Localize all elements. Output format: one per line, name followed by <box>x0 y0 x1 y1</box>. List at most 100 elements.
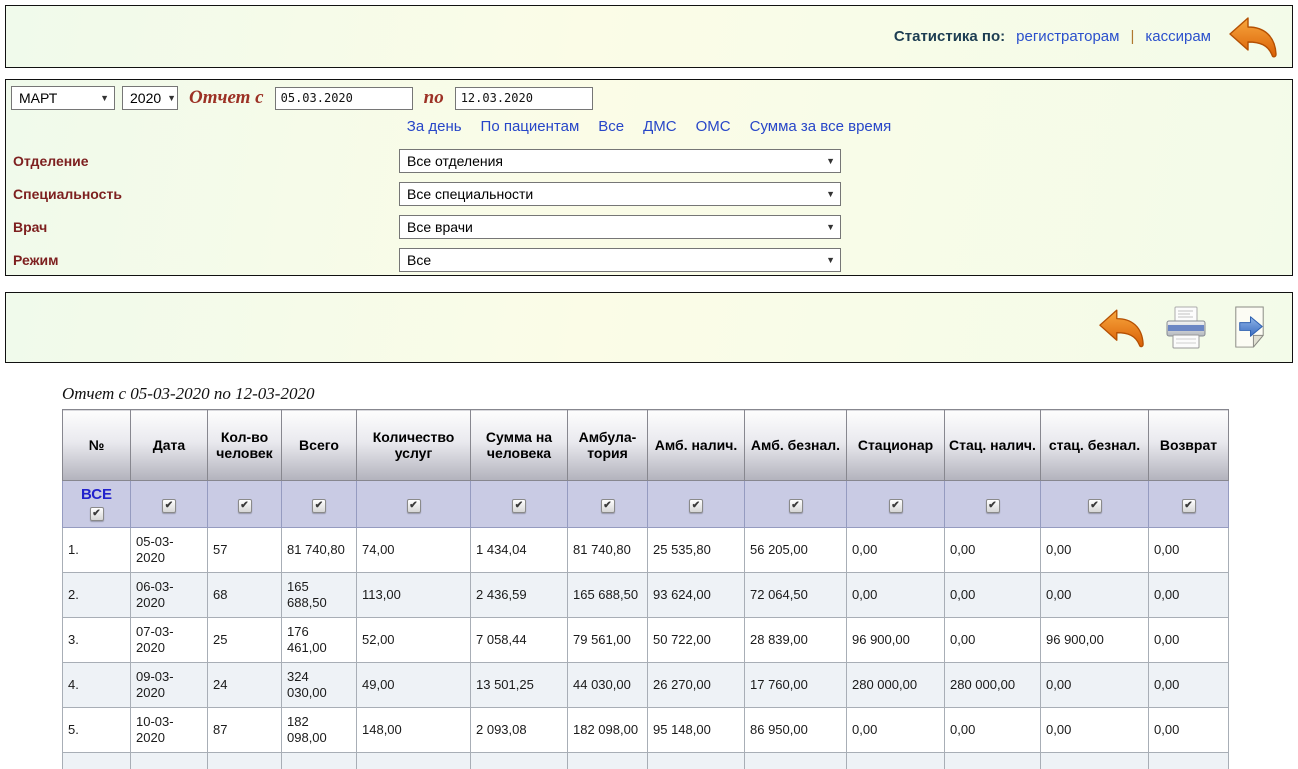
table-cell: 0,00 <box>847 753 945 769</box>
select-column-cell: ✔ <box>471 481 568 528</box>
table-cell: 56 205,00 <box>745 528 847 573</box>
table-cell: 25 535,80 <box>648 528 745 573</box>
table-cell: 06-03-2020 <box>131 573 208 618</box>
column-header: Всего <box>282 410 357 481</box>
table-cell: 24 <box>208 663 282 708</box>
link-cashiers[interactable]: кассирам <box>1145 28 1211 45</box>
table-cell: 1 206,88 <box>471 753 568 769</box>
print-icon[interactable] <box>1162 304 1210 352</box>
table-row: 3.07-03-202025176 461,0052,007 058,4479 … <box>63 618 1229 663</box>
link-separator: | <box>1130 28 1134 45</box>
table-row: 6.11-03-20206173 620,00101,001 206,8873 … <box>63 753 1229 769</box>
department-select[interactable]: Все отделения ▼ <box>399 149 841 173</box>
column-checkbox[interactable]: ✔ <box>1088 499 1102 513</box>
select-column-cell: ✔ <box>131 481 208 528</box>
report-table: №ДатаКол-во человекВсегоКоличество услуг… <box>62 409 1229 769</box>
table-cell: 0,00 <box>1149 528 1229 573</box>
table-cell: 95 148,00 <box>648 708 745 753</box>
quick-link-za-den[interactable]: За день <box>407 118 462 135</box>
quick-link-vse[interactable]: Все <box>598 118 624 135</box>
column-checkbox[interactable]: ✔ <box>986 499 1000 513</box>
table-cell: 0,00 <box>1041 663 1149 708</box>
column-checkbox[interactable]: ✔ <box>601 499 615 513</box>
table-cell: 148,00 <box>357 708 471 753</box>
select-column-cell: ✔ <box>1149 481 1229 528</box>
column-checkbox[interactable]: ✔ <box>889 499 903 513</box>
select-all-label[interactable]: ВСЕ <box>64 487 129 504</box>
table-cell: 07-03-2020 <box>131 618 208 663</box>
select-column-cell: ✔ <box>945 481 1041 528</box>
date-from-input[interactable] <box>275 87 413 110</box>
table-cell: 165 688,50 <box>282 573 357 618</box>
table-cell: 25 065,00 <box>648 753 745 769</box>
export-page-icon[interactable] <box>1227 304 1272 351</box>
column-checkbox[interactable]: ✔ <box>238 499 252 513</box>
chevron-down-icon: ▼ <box>826 255 835 265</box>
table-cell: 72 064,50 <box>745 573 847 618</box>
table-cell: 0,00 <box>945 618 1041 663</box>
column-header: Возврат <box>1149 410 1229 481</box>
table-cell: 44 030,00 <box>568 663 648 708</box>
row-number-cell: 6. <box>63 753 131 769</box>
filter-grid: Отделение Все отделения ▼ Специальность … <box>6 144 1292 276</box>
table-row: 4.09-03-202024324 030,0049,0013 501,2544… <box>63 663 1229 708</box>
filter-label-mode: Режим <box>13 252 399 268</box>
table-cell: 96 900,00 <box>847 618 945 663</box>
quick-link-po-patsientam[interactable]: По пациентам <box>481 118 580 135</box>
select-all-checkbox[interactable]: ✔ <box>90 507 104 521</box>
column-checkbox[interactable]: ✔ <box>1182 499 1196 513</box>
table-cell: 113,00 <box>357 573 471 618</box>
table-cell: 61 <box>208 753 282 769</box>
column-checkbox[interactable]: ✔ <box>407 499 421 513</box>
quick-links-row: За день По пациентам Все ДМС ОМС Сумма з… <box>6 118 1292 135</box>
column-checkbox[interactable]: ✔ <box>689 499 703 513</box>
month-select-value: МАРТ <box>19 90 57 106</box>
column-header: Амбула-тория <box>568 410 648 481</box>
table-row: 2.06-03-202068165 688,50113,002 436,5916… <box>63 573 1229 618</box>
table-cell: 81 740,80 <box>282 528 357 573</box>
chevron-down-icon: ▼ <box>100 93 109 103</box>
select-column-cell: ✔ <box>208 481 282 528</box>
column-checkbox[interactable]: ✔ <box>162 499 176 513</box>
column-header: № <box>63 410 131 481</box>
column-checkbox[interactable]: ✔ <box>312 499 326 513</box>
table-cell: 176 461,00 <box>282 618 357 663</box>
select-columns-row: ВСЕ ✔ ✔ ✔ ✔ ✔ ✔ ✔ ✔ ✔ ✔ ✔ ✔ ✔ <box>63 481 1229 528</box>
table-cell: 73 620,00 <box>282 753 357 769</box>
column-checkbox[interactable]: ✔ <box>789 499 803 513</box>
table-cell: 52,00 <box>357 618 471 663</box>
specialty-select[interactable]: Все специальности ▼ <box>399 182 841 206</box>
select-column-cell: ✔ <box>568 481 648 528</box>
table-cell: 26 270,00 <box>648 663 745 708</box>
row-number-cell: 3. <box>63 618 131 663</box>
column-header: Амб. налич. <box>648 410 745 481</box>
table-cell: 0,00 <box>847 528 945 573</box>
row-number-cell: 2. <box>63 573 131 618</box>
table-cell: 05-03-2020 <box>131 528 208 573</box>
mode-select-value: Все <box>407 252 431 268</box>
table-cell: 0,00 <box>945 753 1041 769</box>
table-cell: 2 093,08 <box>471 708 568 753</box>
table-cell: 28 839,00 <box>745 618 847 663</box>
stats-by-label: Статистика по: <box>894 28 1005 45</box>
month-select[interactable]: МАРТ ▼ <box>11 86 115 110</box>
link-registrators[interactable]: регистраторам <box>1016 28 1119 45</box>
table-cell: 87 <box>208 708 282 753</box>
mode-select[interactable]: Все ▼ <box>399 248 841 272</box>
column-checkbox[interactable]: ✔ <box>512 499 526 513</box>
quick-link-oms[interactable]: ОМС <box>696 118 731 135</box>
back-arrow-icon[interactable] <box>1228 14 1278 60</box>
table-cell: 68 <box>208 573 282 618</box>
back-arrow-icon[interactable] <box>1098 306 1145 350</box>
table-cell: 50 722,00 <box>648 618 745 663</box>
table-cell: 09-03-2020 <box>131 663 208 708</box>
quick-link-summa-za-vse-vremya[interactable]: Сумма за все время <box>750 118 892 135</box>
report-from-label: Отчет с <box>189 87 264 109</box>
doctor-select[interactable]: Все врачи ▼ <box>399 215 841 239</box>
table-cell: 49,00 <box>357 663 471 708</box>
table-cell: 0,00 <box>1041 528 1149 573</box>
date-to-input[interactable] <box>455 87 593 110</box>
page: Статистика по: регистраторам | кассирам … <box>0 0 1298 769</box>
year-select[interactable]: 2020 ▼ <box>122 86 178 110</box>
quick-link-dms[interactable]: ДМС <box>643 118 677 135</box>
